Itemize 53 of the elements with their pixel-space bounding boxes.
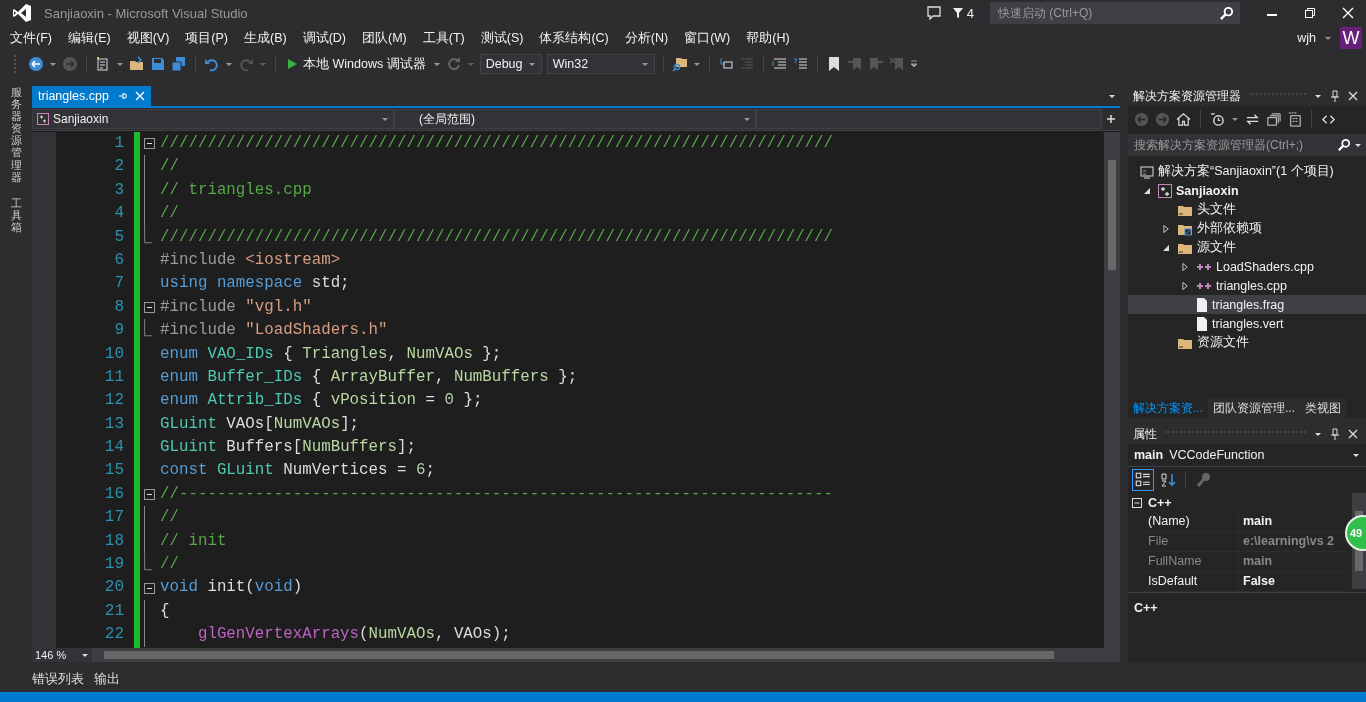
line-number: 19 [103,554,125,576]
property-name: (Name) [1144,512,1239,531]
line-number: 13 [103,413,125,435]
line-number: 7 [113,273,125,295]
line-number: 5 [113,226,125,248]
panel-title: 属性 [1133,425,1157,443]
code-line: // [160,157,179,176]
code-line: // [160,508,179,527]
property-name: IsDefault [1144,572,1239,591]
panel-title: 解决方案资源管理器 [1133,87,1241,105]
line-number: 18 [103,530,125,552]
property-name: File [1144,532,1239,551]
line-number: 2 [113,156,125,178]
code-line: enum Attrib_IDs { vPosition = 0 }; [160,391,483,410]
code-line: // triangles.cpp [160,180,312,199]
code-line: enum Buffer_IDs { ArrayBuffer, NumBuffers }; [160,367,578,386]
line-number: 4 [113,203,125,225]
code-line: // [160,204,179,223]
code-line: /////////////////////////////////////////////////////////////////////// [160,227,834,246]
code-line: #include "vgl.h" [160,297,312,316]
line-number: 15 [103,460,125,482]
line-number: 12 [103,390,125,412]
code-line: //--------------------------------------------------------------------- [160,484,834,503]
code-line: enum VAO_IDs { Triangles, NumVAOs }; [160,344,502,363]
code-line: GLuint Buffers[NumBuffers]; [160,438,416,457]
code-line: const GLuint NumVertices = 6; [160,461,435,480]
code-line: GLuint VAOs[NumVAOs]; [160,414,360,433]
line-number: 17 [103,507,125,529]
line-number: 14 [103,437,125,459]
window-title: Sanjiaoxin - Microsoft Visual Studio [44,5,248,21]
code-line: { [160,601,170,620]
line-number: 8 [113,296,125,318]
code-line: // init [160,531,227,550]
line-number: 22 [103,624,125,646]
code-line: #include <iostream> [160,250,341,269]
code-line: glGenVertexArrays(NumVAOs, VAOs); [196,625,511,644]
property-category: C++ [1148,495,1172,510]
line-number: 11 [103,366,125,388]
code-line: void init(void) [160,578,303,597]
line-number: 9 [113,320,125,342]
line-number: 21 [103,600,125,622]
line-number: 1 [113,133,125,154]
line-number: 10 [103,343,125,365]
line-number: 16 [103,483,125,505]
code-line: #include "LoadShaders.h" [160,321,388,340]
code-line: using namespace std; [160,274,350,293]
property-name: FullName [1144,552,1239,571]
property-description: C++ [1134,601,1158,615]
code-line: /////////////////////////////////////////////////////////////////////// [160,134,834,152]
line-number: 20 [103,577,125,599]
code-line: // [160,555,179,574]
line-number: 6 [113,249,125,271]
line-number: 3 [113,179,125,201]
